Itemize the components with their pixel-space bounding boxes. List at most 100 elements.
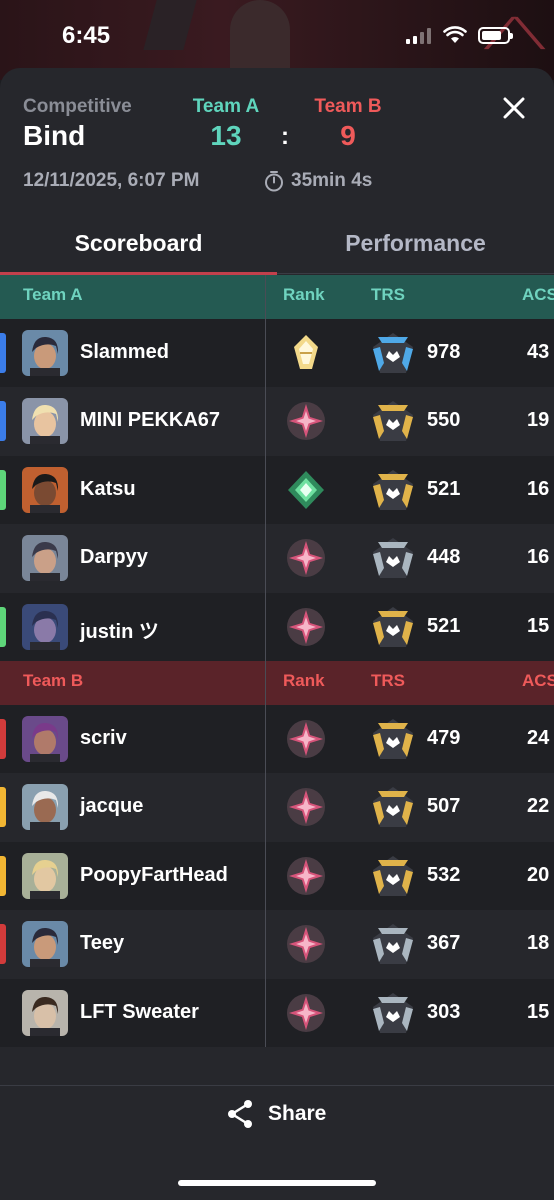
- player-trs: 479: [427, 727, 461, 749]
- agent-avatar: [22, 853, 68, 899]
- trs-silver-icon: [370, 991, 416, 1037]
- team-a-label: Team A: [192, 96, 260, 117]
- player-name: LFT Sweater: [80, 1001, 199, 1023]
- player-name: Katsu: [80, 478, 136, 500]
- party-marker: [0, 401, 6, 441]
- trs-gold-icon: [370, 717, 416, 763]
- party-marker: [0, 607, 6, 647]
- rank-pink-icon: [286, 924, 326, 964]
- tab-divider: [277, 273, 554, 274]
- share-button[interactable]: Share: [226, 1098, 326, 1130]
- player-acs: 20: [527, 864, 550, 886]
- signal-icon: [406, 28, 431, 44]
- player-acs: 24: [527, 727, 550, 749]
- map-name: Bind: [23, 120, 86, 151]
- game-mode: Competitive: [23, 96, 132, 117]
- player-row[interactable]: MINI PEKKA67 550 19: [0, 387, 554, 455]
- party-marker: [0, 470, 6, 510]
- agent-avatar: [22, 604, 68, 650]
- rank-pink-icon: [286, 607, 326, 647]
- agent-avatar: [22, 784, 68, 830]
- player-acs: 18: [527, 932, 550, 954]
- column-acs-header: ACS: [522, 285, 554, 304]
- player-acs: 16: [527, 546, 550, 568]
- player-row[interactable]: Teey 367 18: [0, 910, 554, 978]
- wifi-icon: [443, 26, 467, 43]
- player-row[interactable]: scriv 479 24: [0, 705, 554, 773]
- player-row[interactable]: Slammed 978 43: [0, 319, 554, 387]
- agent-avatar: [22, 921, 68, 967]
- column-rank-header: Rank: [283, 671, 325, 690]
- player-acs: 22: [527, 795, 550, 817]
- ascendant-icon: [286, 470, 326, 510]
- player-acs: 15: [527, 1001, 550, 1023]
- player-name: Teey: [80, 932, 125, 954]
- match-sheet: Competitive Bind Team A 13 : Team B 9 12…: [0, 68, 554, 1200]
- player-name: jacque: [80, 795, 144, 817]
- player-trs: 448: [427, 546, 461, 568]
- player-trs: 507: [427, 795, 461, 817]
- player-acs: 16: [527, 478, 550, 500]
- player-acs: 43: [527, 341, 550, 363]
- agent-avatar: [22, 467, 68, 513]
- player-row[interactable]: Darpyy 448 16: [0, 524, 554, 592]
- player-trs: 521: [427, 615, 461, 637]
- rank-pink-icon: [286, 787, 326, 827]
- player-row[interactable]: justin ツ 521 15: [0, 593, 554, 661]
- party-marker: [0, 719, 6, 759]
- agent-avatar: [22, 990, 68, 1036]
- player-row[interactable]: LFT Sweater 303 15: [0, 979, 554, 1047]
- rank-pink-icon: [286, 719, 326, 759]
- rank-pink-icon: [286, 538, 326, 578]
- player-acs: 15: [527, 615, 550, 637]
- rank-pink-icon: [286, 401, 326, 441]
- player-row[interactable]: PoopyFartHead 532 20: [0, 842, 554, 910]
- trs-silver-icon: [370, 536, 416, 582]
- party-marker: [0, 924, 6, 964]
- rank-pink-icon: [286, 993, 326, 1033]
- team-b-label: Team B: [314, 96, 382, 117]
- team-a-score: 13: [210, 120, 242, 151]
- trs-gold-icon: [370, 468, 416, 514]
- player-name: justin ツ: [80, 621, 159, 643]
- player-trs: 521: [427, 478, 461, 500]
- match-date: 12/11/2025, 6:07 PM: [23, 170, 200, 191]
- tab-performance[interactable]: Performance: [277, 230, 554, 257]
- player-trs: 367: [427, 932, 461, 954]
- footer-divider: [0, 1085, 554, 1086]
- radiant-icon: [286, 333, 326, 373]
- party-marker: [0, 787, 6, 827]
- team-a-header: Team A Rank TRS ACS: [0, 275, 554, 319]
- team-a-header-name: Team A: [23, 285, 83, 304]
- player-name: MINI PEKKA67: [80, 409, 221, 431]
- player-name: Darpyy: [80, 546, 148, 568]
- player-trs: 978: [427, 341, 461, 363]
- column-trs-header: TRS: [371, 285, 405, 304]
- player-name: Slammed: [80, 341, 169, 363]
- trs-blue-icon: [370, 331, 416, 377]
- home-indicator[interactable]: [178, 1180, 376, 1186]
- close-icon[interactable]: [500, 94, 528, 122]
- agent-avatar: [22, 716, 68, 762]
- tab-bar: Scoreboard Performance: [0, 218, 554, 276]
- party-marker: [0, 333, 6, 373]
- player-trs: 532: [427, 864, 461, 886]
- share-label: Share: [268, 1102, 327, 1125]
- column-trs-header: TRS: [371, 671, 405, 690]
- share-icon: [228, 1100, 252, 1128]
- column-acs-header: ACS: [522, 671, 554, 690]
- team-b-header-name: Team B: [23, 671, 84, 690]
- tab-scoreboard[interactable]: Scoreboard: [0, 230, 277, 257]
- trs-gold-icon: [370, 605, 416, 651]
- team-b-header: Team B Rank TRS ACS: [0, 661, 554, 705]
- rank-pink-icon: [286, 856, 326, 896]
- column-rank-header: Rank: [283, 285, 325, 304]
- player-name: PoopyFartHead: [80, 864, 228, 886]
- player-name: scriv: [80, 727, 127, 749]
- player-row[interactable]: Katsu 521 16: [0, 456, 554, 524]
- status-time: 6:45: [62, 22, 111, 49]
- status-bar: 6:45: [0, 0, 554, 70]
- stopwatch-icon: [265, 171, 283, 192]
- player-row[interactable]: jacque 507 22: [0, 773, 554, 841]
- agent-avatar: [22, 535, 68, 581]
